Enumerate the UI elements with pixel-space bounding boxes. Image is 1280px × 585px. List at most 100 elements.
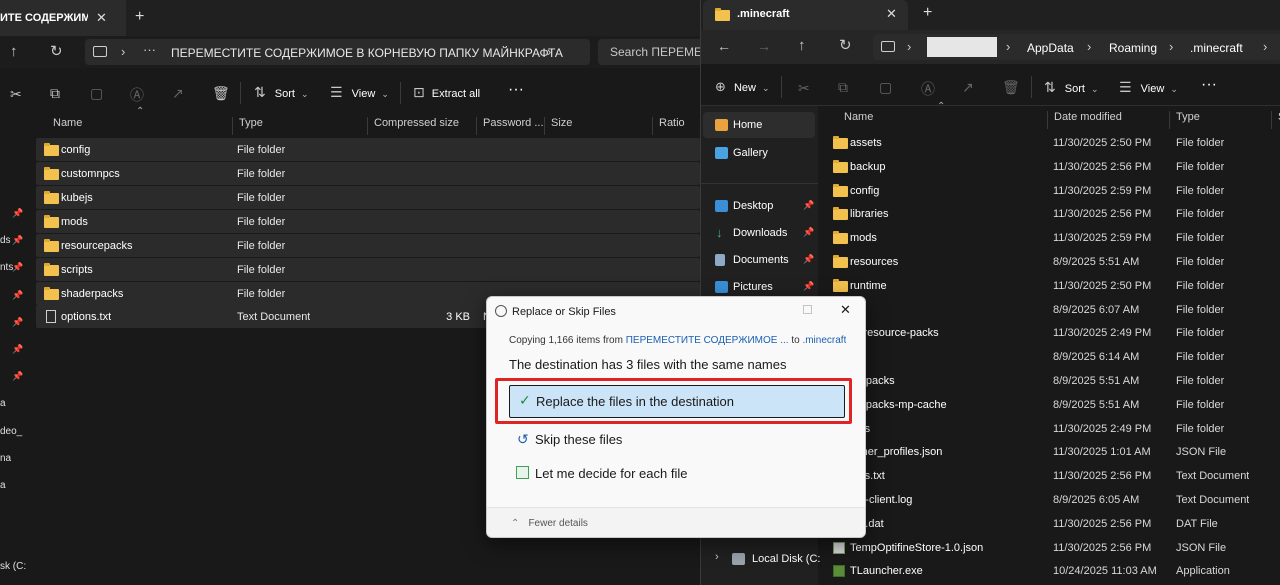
paste-icon[interactable]: ▢ [879,79,892,96]
sort-button[interactable]: ⇅ Sort ⌄ [1044,79,1099,96]
sidebar-item-documents[interactable]: Documents 📌 [715,248,815,272]
sidebar-item-label[interactable]: sk (C: [0,561,26,572]
extract-all-button[interactable]: ⊡ Extract all [413,84,480,101]
chevron-right-icon[interactable]: › [1263,39,1267,54]
decide-each-file-button[interactable]: Let me decide for each file [509,461,845,489]
skip-files-button[interactable]: ↺ Skip these files [509,427,845,455]
table-row[interactable]: urepacks-mp-cache 8/9/2025 5:51 AM File fo… [825,394,1280,417]
copy-icon[interactable]: ⧉ [838,79,848,96]
sidebar-item-label[interactable]: a [0,398,6,409]
table-row[interactable]: urepacks 8/9/2025 5:51 AM File folder [825,370,1280,393]
share-icon[interactable]: ↗ [172,85,184,102]
table-row[interactable]: put-client.log 8/9/2025 6:05 AM Text Docum… [825,489,1280,512]
search-box[interactable]: Search ПЕРЕМЕС [598,39,700,65]
column-type[interactable]: Type [1169,111,1271,129]
destination-link[interactable]: .minecraft [802,335,846,346]
table-row[interactable]: ncher_profiles.json 11/30/2025 1:01 AM JSO… [825,441,1280,464]
table-row[interactable]: kubejs File folder [36,186,700,209]
address-bar[interactable]: › ··· ПЕРЕМЕСТИТЕ СОДЕРЖИМОЕ В КОРНЕВУЮ … [85,39,590,65]
chevron-right-icon[interactable]: › [547,44,551,59]
column-password[interactable]: Password ... [476,117,544,135]
table-row[interactable]: backup 11/30/2025 2:56 PM File folder [825,156,1280,179]
source-link[interactable]: ПЕРЕМЕСТИТЕ СОДЕРЖИМОЕ ... [626,335,789,346]
forward-arrow-icon[interactable]: → [757,38,771,54]
table-row[interactable]: TLauncher.exe 10/24/2025 11:03 AM Applicat… [825,560,1280,583]
chevron-right-icon[interactable]: › [715,551,719,563]
address-bar[interactable]: › › AppData › Roaming › .minecraft › [873,34,1280,60]
table-row[interactable]: es8/9/2025 6:07 AMFile folder [825,299,1280,322]
fewer-details-button[interactable]: ⌃ Fewer details [511,517,588,529]
close-icon[interactable]: ✕ [96,10,107,26]
column-type[interactable]: Type [232,117,367,135]
table-row[interactable]: runtime 11/30/2025 2:50 PM File folder [825,275,1280,298]
table-row[interactable]: ions.txt 11/30/2025 2:56 PM Text Document [825,465,1280,488]
refresh-icon[interactable]: ↻ [50,42,63,60]
table-row[interactable]: mods 11/30/2025 2:59 PM File folder [825,227,1280,250]
table-row[interactable]: s8/9/2025 6:14 AMFile folder [825,346,1280,369]
pin-icon: 📌 [12,344,24,354]
delete-icon[interactable]: 🗑 [1002,79,1020,96]
table-row[interactable]: customnpcs File folder [36,162,700,185]
table-row[interactable]: config File folder [36,138,700,161]
sort-button[interactable]: ⇅ Sort ⌄ [254,84,309,101]
breadcrumb-roaming[interactable]: Roaming [1109,41,1157,55]
sidebar-item-local-disk[interactable]: › Local Disk (C: [715,547,820,571]
up-arrow-icon[interactable]: ↑ [10,43,18,60]
table-row[interactable]: mods File folder [36,210,700,233]
cut-icon[interactable]: ✂ [798,80,810,97]
chevron-down-icon: ⌄ [1091,84,1099,94]
new-button[interactable]: ⊕ New ⌄ [715,79,770,95]
new-tab-icon[interactable]: + [923,4,932,22]
sidebar-item-label[interactable]: ds [0,235,11,246]
column-name[interactable]: Name [838,111,1048,129]
sidebar-item-label[interactable]: na [0,453,11,464]
table-row[interactable]: libraries 11/30/2025 2:56 PM File folder [825,203,1280,226]
column-date-modified[interactable]: Date modified [1047,111,1169,129]
breadcrumb-minecraft[interactable]: .minecraft [1190,41,1243,55]
sidebar-item-gallery[interactable]: Gallery [703,140,815,166]
column-size[interactable]: Size [544,117,652,135]
new-tab-icon[interactable]: + [135,8,144,26]
more-options-icon[interactable]: ··· [508,81,524,99]
left-tab[interactable]: ИТЕ СОДЕРЖИМО ✕ [0,0,126,36]
table-row[interactable]: config 11/30/2025 2:59 PM File folder [825,180,1280,203]
replace-files-button[interactable]: ✓ Replace the files in the destination [509,385,845,418]
sidebar-item-label[interactable]: deo_ [0,426,22,437]
close-icon[interactable]: ✕ [886,6,897,22]
right-tab[interactable]: .minecraft ✕ [703,0,908,30]
copy-icon[interactable]: ⧉ [50,85,60,102]
table-row[interactable]: er-resource-packs 11/30/2025 2:49 PM File … [825,322,1280,345]
refresh-icon[interactable]: ↻ [839,36,852,54]
more-options-icon[interactable]: ··· [1201,76,1217,94]
more-path-icon[interactable]: ··· [143,42,156,57]
table-row[interactable]: ers.dat 11/30/2025 2:56 PM DAT File [825,513,1280,536]
column-label: Name [844,111,874,123]
sidebar-item-desktop[interactable]: Desktop 📌 [715,194,815,218]
table-row[interactable]: scripts File folder [36,258,700,281]
view-button[interactable]: ☰ View ⌄ [330,84,389,101]
table-row[interactable]: resourcepacks File folder [36,234,700,257]
close-icon[interactable]: ✕ [840,302,851,318]
breadcrumb-appdata[interactable]: AppData [1027,41,1074,55]
maximize-icon[interactable] [803,305,812,314]
paste-icon[interactable]: ▢ [90,85,103,102]
column-name[interactable]: Name [47,117,233,135]
up-arrow-icon[interactable]: ↑ [798,37,806,54]
back-arrow-icon[interactable]: ← [717,38,731,54]
column-size[interactable]: S [1271,111,1280,129]
table-row[interactable]: ions11/30/2025 2:49 PMFile folder [825,418,1280,441]
sidebar-item-home[interactable]: Home [703,112,815,138]
rename-icon[interactable]: Ⓐ [130,85,144,105]
sidebar-item-label[interactable]: a [0,480,6,491]
table-row[interactable]: assets 11/30/2025 2:50 PM File folder [825,132,1280,155]
sidebar-item-downloads[interactable]: ↓ Downloads 📌 [715,221,815,245]
rename-icon[interactable]: Ⓐ [921,79,935,99]
cut-icon[interactable]: ✂ [10,86,22,103]
view-button[interactable]: ☰ View ⌄ [1119,79,1178,96]
share-icon[interactable]: ↗ [962,79,974,96]
table-row[interactable]: TempOptifineStore-1.0.json 11/30/2025 2:5… [825,537,1280,560]
column-compressed-size[interactable]: Compressed size [367,117,476,135]
delete-icon[interactable]: 🗑 [212,85,230,102]
table-row[interactable]: resources 8/9/2025 5:51 AM File folder [825,251,1280,274]
column-ratio[interactable]: Ratio [652,117,700,135]
